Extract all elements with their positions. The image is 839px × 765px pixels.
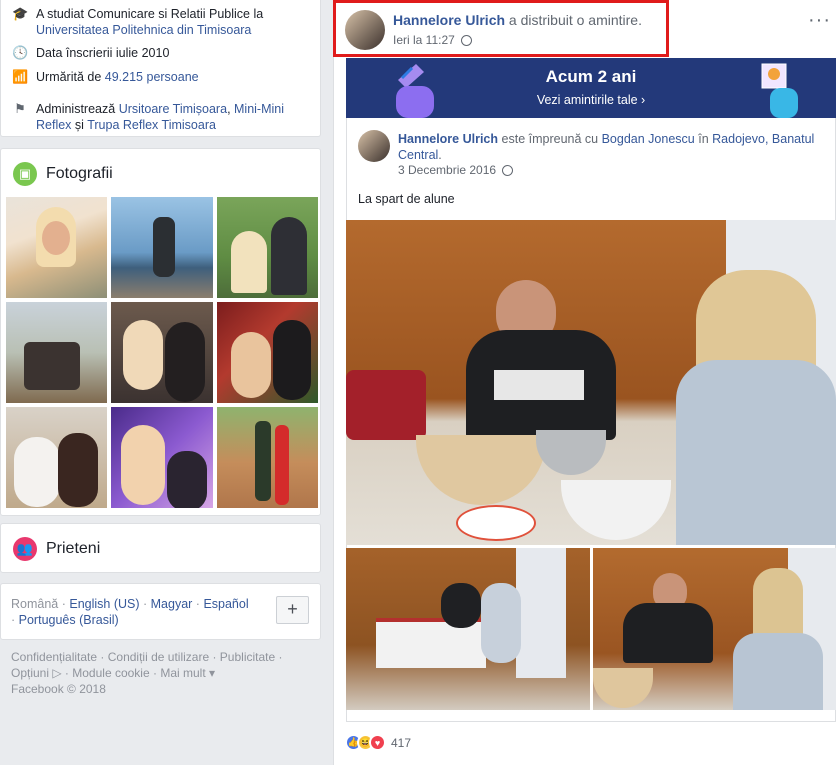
inner-author-line: Hannelore Ulrich este împreună cu Bogdan… — [398, 132, 815, 162]
footer: Confidențialitate · Condiții de utilizar… — [11, 650, 283, 696]
photo-thumb[interactable] — [6, 302, 107, 403]
photo-thumb[interactable] — [6, 197, 107, 298]
photo-grid — [6, 197, 318, 508]
joined-text: Data înscrierii iulie 2010 — [36, 46, 170, 60]
post-photo-2[interactable] — [346, 548, 590, 710]
separator: · — [139, 597, 151, 611]
tagged-friend-link[interactable]: Bogdan Jonescu — [602, 132, 695, 146]
globe-icon — [502, 164, 514, 176]
globe-icon — [460, 34, 472, 46]
flag-icon: ⚑ — [14, 101, 26, 116]
admin-prefix: Administrează — [36, 102, 116, 116]
followers-link[interactable]: 49.215 persoane — [105, 70, 199, 84]
photo-thumb[interactable] — [111, 407, 213, 508]
author-avatar[interactable] — [345, 10, 385, 50]
school-link[interactable]: Universitatea Politehnica din Timisoara — [36, 23, 251, 37]
memory-title: Acum 2 ani — [545, 67, 637, 86]
separator: · — [11, 613, 19, 627]
post-caption: La spart de alune — [358, 192, 455, 206]
education-row: 🎓 A studiat Comunicare si Relatii Public… — [12, 6, 306, 38]
language-link[interactable]: Português (Brasil) — [19, 613, 119, 627]
add-language-button[interactable]: + — [276, 596, 309, 624]
more-options-icon[interactable]: ··· — [808, 9, 831, 32]
graduation-cap-icon: 🎓 — [12, 6, 29, 21]
footer-link[interactable]: Condiții de utilizare — [108, 650, 209, 664]
rss-icon: 📶 — [12, 69, 29, 84]
reactions-bar[interactable]: 👍 😆 ♥ 417 — [345, 734, 411, 751]
followers-prefix: Urmărită de — [36, 70, 102, 84]
photo-thumb[interactable] — [6, 407, 107, 508]
friends-title[interactable]: Prieteni — [46, 540, 100, 558]
admin-and: și — [74, 118, 84, 132]
photo-thumb[interactable] — [217, 302, 318, 403]
footer-link[interactable]: Mai mult ▾ — [160, 666, 215, 680]
languages-list: Română · English (US) · Magyar · Español… — [11, 596, 256, 628]
language-current: Română — [11, 597, 59, 611]
inner-with-text: este împreună cu — [501, 132, 599, 146]
footer-link[interactable]: Confidențialitate — [11, 650, 97, 664]
see-memories-link[interactable]: Vezi amintirile tale › — [346, 93, 836, 107]
friends-header[interactable]: 👥 Prieteni — [13, 537, 100, 561]
clock-icon: 🕓 — [12, 45, 29, 60]
post-photo-3[interactable] — [593, 548, 836, 710]
photo-thumb[interactable] — [111, 302, 213, 403]
photos-header[interactable]: ▣ Fotografii — [13, 162, 113, 186]
separator: · — [192, 597, 204, 611]
inner-meta: 3 Decembrie 2016 — [398, 163, 514, 177]
photo-thumb[interactable] — [217, 407, 318, 508]
language-link[interactable]: Español — [203, 597, 248, 611]
language-link[interactable]: English (US) — [69, 597, 139, 611]
post-action: a distribuit o amintire. — [508, 12, 642, 28]
post-meta: Ieri la 11:27 — [393, 33, 472, 47]
photo-thumb[interactable] — [217, 197, 318, 298]
education-prefix: A studiat Comunicare si Relatii Publice … — [36, 7, 264, 21]
friends-card: 👥 Prieteni — [0, 523, 321, 573]
admin-page-link-1[interactable]: Ursitoare Timișoara — [119, 102, 227, 116]
footer-link[interactable]: Publicitate — [220, 650, 275, 664]
photos-card: ▣ Fotografii — [0, 148, 321, 516]
photos-title[interactable]: Fotografii — [46, 165, 113, 183]
inner-in-text: în — [698, 132, 709, 146]
inner-author-avatar[interactable] — [358, 130, 390, 162]
post-author-link[interactable]: Hannelore Ulrich — [393, 12, 505, 28]
reaction-count[interactable]: 417 — [391, 736, 411, 750]
admin-page-link-3[interactable]: Trupa Reflex Timisoara — [87, 118, 216, 132]
separator: · — [58, 597, 70, 611]
friends-icon: 👥 — [13, 537, 37, 561]
post-time-link[interactable]: Ieri la 11:27 — [393, 33, 455, 47]
admin-row: ⚑ Administrează Ursitoare Timișoara, Min… — [12, 101, 306, 133]
footer-link[interactable]: Module cookie — [72, 666, 149, 680]
inner-date-link[interactable]: 3 Decembrie 2016 — [398, 163, 496, 177]
inner-author-link[interactable]: Hannelore Ulrich — [398, 132, 498, 146]
joined-row: 🕓 Data înscrierii iulie 2010 — [12, 45, 306, 61]
followers-row: 📶 Urmărită de 49.215 persoane — [12, 69, 306, 85]
footer-link[interactable]: Opțiuni ▷ — [11, 666, 62, 680]
memory-banner[interactable]: Acum 2 ani Vezi amintirile tale › — [346, 58, 836, 118]
photo-thumb[interactable] — [111, 197, 213, 298]
main-post-photo[interactable] — [346, 220, 836, 545]
love-reaction-icon: ♥ — [369, 734, 386, 751]
language-link[interactable]: Magyar — [151, 597, 193, 611]
post-author-line: Hannelore Ulrich a distribuit o amintire… — [393, 12, 642, 28]
copyright: Facebook © 2018 — [11, 682, 106, 696]
photo-icon: ▣ — [13, 162, 37, 186]
